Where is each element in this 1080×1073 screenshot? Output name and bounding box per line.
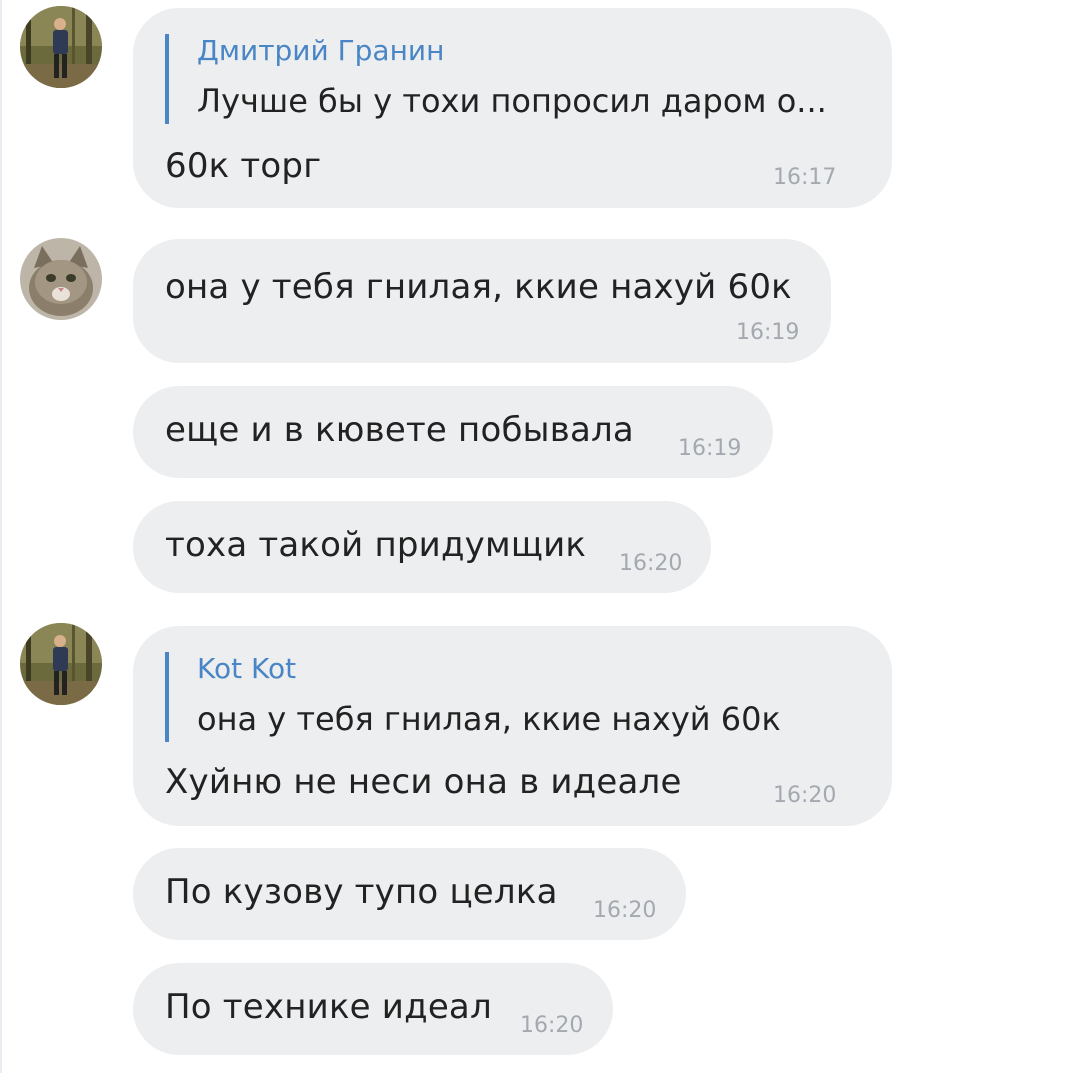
message-text: тоха такой придумщик <box>165 525 587 565</box>
reply-author: Дмитрий Гранин <box>197 34 445 67</box>
avatar-cat[interactable] <box>20 238 102 320</box>
cat-photo-icon <box>20 238 102 320</box>
message-bubble-2[interactable]: она у тебя гнилая, ккие нахуй 60к 16:19 <box>133 239 831 363</box>
message-text: Хуйню не неси она в идеале <box>165 762 682 802</box>
message-bubble-7[interactable]: По технике идеал 16:20 <box>133 963 613 1055</box>
reply-quote-1[interactable]: Дмитрий Гранин Лучше бы у тохи попросил … <box>165 34 827 124</box>
message-time: 16:20 <box>520 1013 584 1038</box>
person-photo-icon <box>20 6 102 88</box>
message-time: 16:17 <box>773 165 837 190</box>
left-edge-divider <box>0 0 2 1073</box>
message-bubble-3[interactable]: еще и в кювете побывала 16:19 <box>133 386 773 478</box>
message-text: По технике идеал <box>165 987 492 1027</box>
message-text: 60к торг <box>165 146 322 186</box>
reply-text: она у тебя гнилая, ккие нахуй 60к <box>197 700 781 738</box>
message-time: 16:20 <box>593 898 657 923</box>
message-bubble-4[interactable]: тоха такой придумщик 16:20 <box>133 501 711 593</box>
message-time: 16:19 <box>736 320 800 345</box>
message-text: По кузову тупо целка <box>165 872 558 912</box>
reply-quote-2[interactable]: Kot Kot она у тебя гнилая, ккие нахуй 60… <box>165 652 781 742</box>
avatar-person-2[interactable] <box>20 623 102 705</box>
message-text: еще и в кювете побывала <box>165 410 634 450</box>
message-text: она у тебя гнилая, ккие нахуй 60к <box>165 267 792 307</box>
reply-author: Kot Kot <box>197 652 297 685</box>
message-bubble-5[interactable]: Kot Kot она у тебя гнилая, ккие нахуй 60… <box>133 626 892 826</box>
person-photo-icon <box>20 623 102 705</box>
message-bubble-1[interactable]: Дмитрий Гранин Лучше бы у тохи попросил … <box>133 8 892 208</box>
message-time: 16:20 <box>773 783 837 808</box>
message-bubble-6[interactable]: По кузову тупо целка 16:20 <box>133 848 686 940</box>
message-time: 16:20 <box>619 551 683 576</box>
avatar-person-1[interactable] <box>20 6 102 88</box>
message-time: 16:19 <box>678 436 742 461</box>
reply-text: Лучше бы у тохи попросил даром о... <box>197 82 827 120</box>
